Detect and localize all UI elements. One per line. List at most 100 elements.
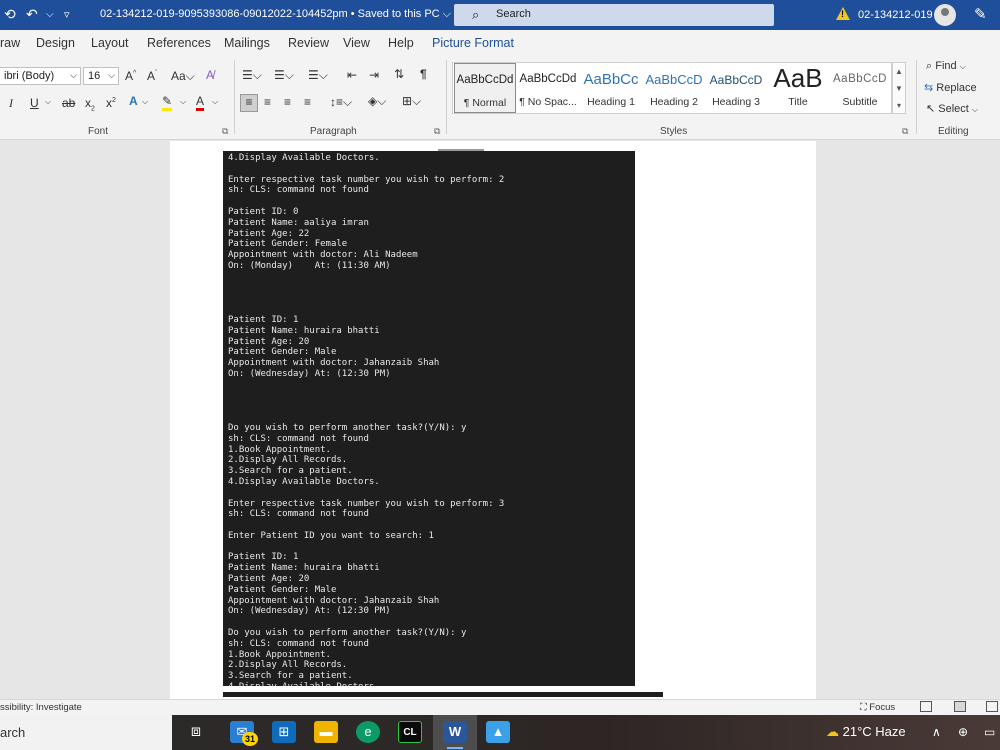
- numbering-icon[interactable]: ☰⌵: [274, 68, 294, 83]
- styles-scrollbar[interactable]: ▲ ▼ ▾: [892, 62, 906, 114]
- terminal-screenshot-image[interactable]: 4.Display Available Doctors. Enter respec…: [223, 151, 635, 686]
- clear-formatting-icon[interactable]: A̸: [206, 68, 214, 82]
- font-name-box[interactable]: ibri (Body) ⌵: [0, 67, 81, 85]
- highlight-icon[interactable]: ✎: [162, 94, 173, 111]
- paragraph-dialog-launcher-icon[interactable]: ⧉: [434, 126, 440, 137]
- tab-review[interactable]: Review: [288, 36, 329, 50]
- accessibility-status[interactable]: ssibility: Investigate: [0, 702, 82, 713]
- tab-mailings[interactable]: Mailings: [224, 36, 270, 50]
- more-styles-icon[interactable]: ▾: [893, 97, 905, 114]
- task-view-icon[interactable]: ⧈: [184, 721, 208, 743]
- web-layout-icon[interactable]: [986, 701, 998, 712]
- align-center-icon[interactable]: ≡: [264, 95, 271, 109]
- avatar[interactable]: [934, 4, 956, 26]
- bullets-icon[interactable]: ☰⌵: [242, 68, 262, 83]
- sort-icon[interactable]: ⇅: [394, 67, 404, 81]
- superscript-icon[interactable]: x2: [106, 96, 116, 110]
- edge-icon[interactable]: e: [356, 721, 380, 743]
- font-color-icon[interactable]: A: [196, 94, 205, 111]
- undo-dropdown-icon[interactable]: ⌵: [46, 9, 54, 20]
- document-title[interactable]: 02-134212-019-9095393086-09012022-104452…: [100, 8, 451, 21]
- clion-icon[interactable]: CL: [398, 721, 422, 743]
- print-layout-icon[interactable]: [954, 701, 966, 712]
- show-formatting-icon[interactable]: ¶: [420, 67, 427, 81]
- style-no-spacing[interactable]: AaBbCcDd ¶ No Spac...: [517, 63, 579, 113]
- shrink-font-icon[interactable]: Aˇ: [147, 69, 157, 83]
- chevron-down-icon[interactable]: ⌵: [212, 97, 218, 107]
- chevron-up-icon[interactable]: ▲: [893, 63, 905, 80]
- focus-button[interactable]: ⛶ Focus: [860, 702, 895, 713]
- autosave-icon[interactable]: ⟲: [4, 6, 16, 23]
- underline-button-icon[interactable]: U: [30, 96, 39, 110]
- style-heading-2[interactable]: AaBbCcD Heading 2: [643, 63, 705, 113]
- weather-widget[interactable]: ☁ 21°C Haze: [826, 724, 906, 740]
- next-image-edge[interactable]: [223, 692, 663, 697]
- tab-references[interactable]: References: [147, 36, 211, 50]
- tab-draw[interactable]: raw: [0, 36, 20, 50]
- subscript-icon[interactable]: x2: [85, 96, 95, 112]
- line-spacing-icon[interactable]: ↕≡⌵: [330, 95, 352, 110]
- terminal-line: Appointment with doctor: Jahanzaib Shah: [228, 358, 440, 369]
- read-mode-icon[interactable]: [920, 701, 932, 712]
- style-sample: AaBbCcDd: [456, 74, 514, 86]
- text-effects-icon[interactable]: A: [129, 94, 138, 108]
- borders-icon[interactable]: ⊞⌵: [402, 94, 421, 109]
- style-normal[interactable]: AaBbCcDd ¶ Normal: [454, 63, 516, 113]
- undo-icon[interactable]: ↶: [26, 6, 38, 23]
- terminal-line: Enter respective task number you wish to…: [228, 174, 505, 185]
- pen-icon[interactable]: ✎: [974, 5, 987, 23]
- document-area[interactable]: 4.Display Available Doctors. Enter respec…: [0, 141, 1000, 699]
- tab-layout[interactable]: Layout: [91, 36, 129, 50]
- style-heading-3[interactable]: AaBbCcD Heading 3: [705, 63, 767, 113]
- shading-icon[interactable]: ◈⌵: [368, 94, 386, 109]
- multilevel-list-icon[interactable]: ☰⌵: [308, 68, 328, 83]
- chevron-down-icon[interactable]: ⌵: [180, 97, 186, 107]
- user-name[interactable]: 02-134212-019: [858, 9, 933, 21]
- terminal-line: Enter Patient ID you want to search: 1: [228, 530, 434, 541]
- styles-dialog-launcher-icon[interactable]: ⧉: [902, 126, 908, 137]
- chevron-down-icon[interactable]: ▼: [893, 80, 905, 97]
- tab-help[interactable]: Help: [388, 36, 414, 50]
- style-subtitle[interactable]: AaBbCcD Subtitle: [829, 63, 891, 113]
- font-size-box[interactable]: 16 ⌵: [83, 67, 119, 85]
- italic-button-icon[interactable]: I: [9, 96, 13, 111]
- align-left-icon[interactable]: ≡: [240, 94, 258, 112]
- style-name: Title: [788, 96, 808, 108]
- grow-font-icon[interactable]: A^: [125, 69, 136, 83]
- word-icon[interactable]: W: [443, 721, 467, 743]
- align-right-icon[interactable]: ≡: [284, 95, 291, 109]
- change-case-icon[interactable]: Aa⌵: [171, 69, 195, 84]
- strikethrough-icon[interactable]: ab: [62, 96, 75, 110]
- tab-view[interactable]: View: [343, 36, 370, 50]
- select-button[interactable]: ↖ Select ⌵: [926, 102, 978, 115]
- warning-icon[interactable]: [836, 7, 850, 20]
- justify-icon[interactable]: ≡: [304, 95, 311, 109]
- photos-icon[interactable]: ▲: [486, 721, 510, 743]
- file-explorer-icon[interactable]: ▬: [314, 721, 338, 743]
- chevron-down-icon[interactable]: ⌵: [45, 97, 51, 107]
- decrease-indent-icon[interactable]: ⇤: [347, 68, 357, 82]
- focus-icon: ⛶: [860, 702, 867, 713]
- taskbar-search[interactable]: arch: [0, 715, 172, 750]
- chevron-up-icon[interactable]: ∧: [932, 725, 941, 739]
- taskbar: arch ⧈ ✉ 31 ⊞ ▬ e CL W ▲ ☁ 21°C Haze ∧ ⊕…: [0, 715, 1000, 750]
- style-title[interactable]: AaB Title: [767, 63, 829, 113]
- replace-icon: ⇆: [924, 82, 934, 94]
- search-box[interactable]: ⌕ Search: [454, 4, 774, 26]
- battery-icon[interactable]: ▭: [984, 725, 995, 739]
- replace-button[interactable]: ⇆ Replace: [924, 81, 977, 94]
- terminal-line: On: (Wednesday) At: (12:30 PM): [228, 606, 391, 617]
- tab-picture-format[interactable]: Picture Format: [432, 36, 514, 50]
- increase-indent-icon[interactable]: ⇥: [369, 68, 379, 82]
- network-icon[interactable]: ⊕: [958, 725, 968, 739]
- font-dialog-launcher-icon[interactable]: ⧉: [222, 126, 228, 137]
- chevron-down-icon[interactable]: ⌵: [142, 97, 148, 107]
- tab-design[interactable]: Design: [36, 36, 75, 50]
- terminal-line: Do you wish to perform another task?(Y/N…: [228, 422, 467, 433]
- find-button[interactable]: ⌕ Find ⌵: [926, 60, 966, 73]
- customize-toolbar-icon[interactable]: ▿: [64, 8, 70, 21]
- style-heading-1[interactable]: AaBbCc Heading 1: [580, 63, 642, 113]
- store-icon[interactable]: ⊞: [272, 721, 296, 743]
